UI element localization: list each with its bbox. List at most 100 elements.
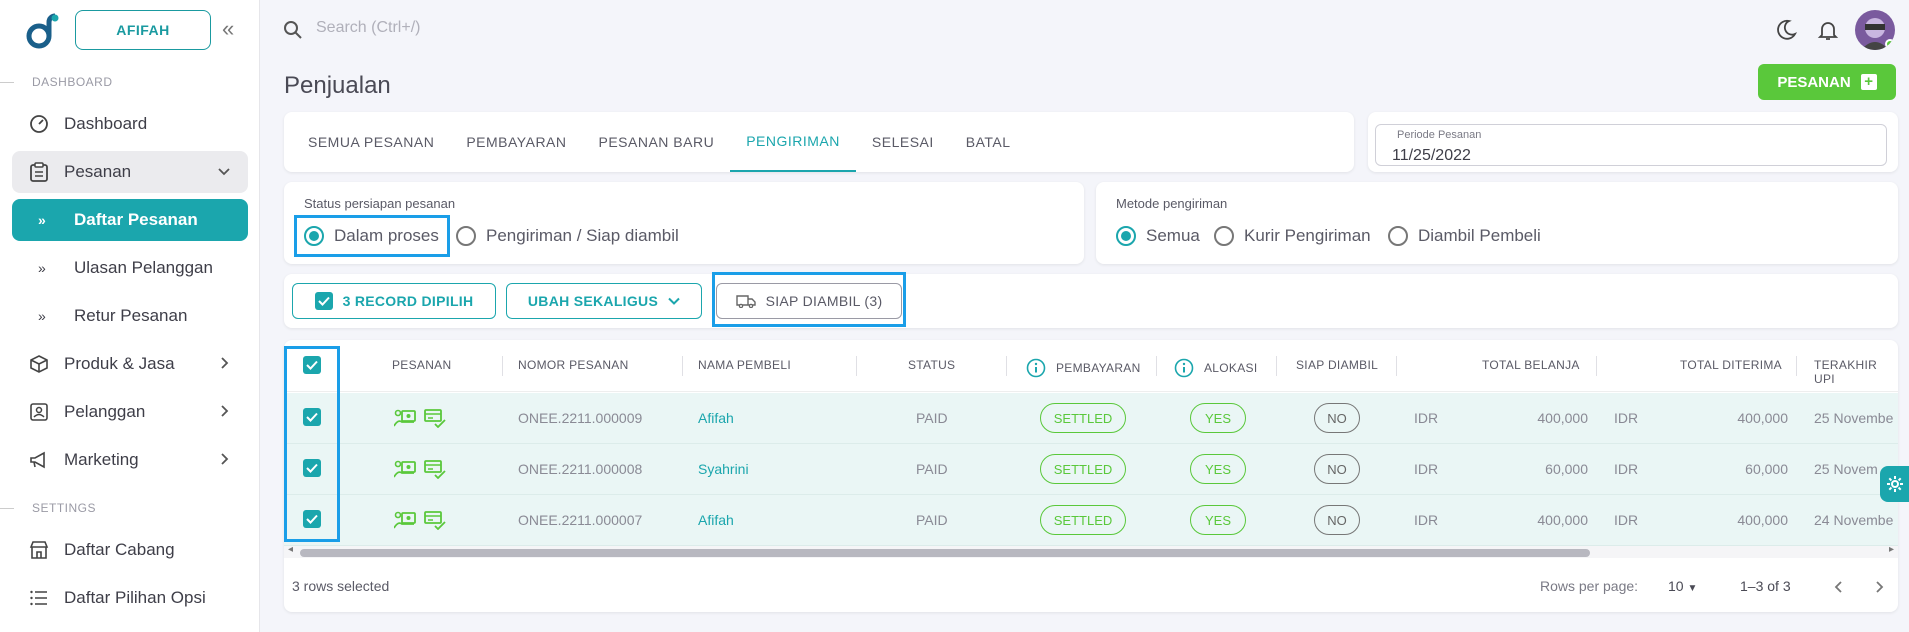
sidebar-item-retur-label: Retur Pesanan <box>74 306 188 325</box>
buyer-name-link[interactable]: Afifah <box>698 410 734 426</box>
section-dashboard: DASHBOARD <box>0 75 113 89</box>
tab-pembayaran[interactable]: PEMBAYARAN <box>450 112 582 172</box>
rows-per-page-select[interactable]: 10 ▼ <box>1668 578 1697 594</box>
column-divider <box>1796 356 1797 376</box>
allocation-badge: YES <box>1190 454 1246 484</box>
cash-icon[interactable] <box>394 459 416 479</box>
table-row[interactable]: ONEE.2211.000007 Afifah PAID SETTLED YES… <box>284 495 1898 546</box>
header-total-diterima[interactable]: TOTAL DITERIMA <box>1680 358 1782 372</box>
currency-label: IDR <box>1614 461 1639 477</box>
radio-unchecked-icon <box>1388 226 1408 246</box>
double-chevron-icon: » <box>38 212 46 228</box>
header-nama-pembeli[interactable]: NAMA PEMBELI <box>698 358 791 372</box>
radio-pengiriman-siap[interactable]: Pengiriman / Siap diambil <box>456 226 679 246</box>
invoice-check-icon[interactable] <box>424 459 446 479</box>
invoice-check-icon[interactable] <box>424 510 446 530</box>
sidebar-item-marketing[interactable]: Marketing <box>12 439 248 481</box>
section-dashboard-label: DASHBOARD <box>32 75 113 89</box>
collapse-sidebar-icon[interactable]: « <box>222 18 242 42</box>
radio-semua[interactable]: Semua <box>1116 226 1200 246</box>
bell-icon[interactable] <box>1816 18 1840 42</box>
dropdown-arrow-icon: ▼ <box>1687 583 1698 594</box>
selected-records-label: 3 RECORD DIPILIH <box>342 293 474 309</box>
sidebar-item-pesanan-label: Pesanan <box>64 162 132 181</box>
cash-icon[interactable] <box>394 510 416 530</box>
info-icon[interactable] <box>1174 358 1194 378</box>
header-pesanan[interactable]: PESANAN <box>392 358 451 372</box>
header-alokasi[interactable]: ALOKASI <box>1174 358 1257 378</box>
scrollbar-thumb[interactable] <box>300 549 1590 557</box>
column-divider <box>856 356 857 376</box>
buyer-name-link[interactable]: Afifah <box>698 512 734 528</box>
radio-unchecked-icon <box>456 226 476 246</box>
info-icon[interactable] <box>1026 358 1046 378</box>
highlight-dalam-proses <box>294 215 450 257</box>
radio-diambil-pembeli[interactable]: Diambil Pembeli <box>1388 226 1541 246</box>
cash-icon[interactable] <box>394 408 416 428</box>
sidebar-item-daftar-pesanan-label: Daftar Pesanan <box>74 210 198 229</box>
column-divider <box>682 356 683 376</box>
sidebar-item-pelanggan[interactable]: Pelanggan <box>12 391 248 433</box>
radio-kurir-pengiriman[interactable]: Kurir Pengiriman <box>1214 226 1371 246</box>
sidebar-item-pesanan[interactable]: Pesanan <box>12 151 248 193</box>
org-button[interactable]: AFIFAH <box>75 10 211 50</box>
tab-pesanan-baru[interactable]: PESANAN BARU <box>583 112 731 172</box>
payment-status-badge: SETTLED <box>1040 403 1126 433</box>
header-nomor-pesanan[interactable]: NOMOR PESANAN <box>518 358 629 372</box>
highlight-row-checkboxes <box>284 346 340 542</box>
invoice-check-icon[interactable] <box>424 408 446 428</box>
scroll-left-icon[interactable]: ◂ <box>288 544 293 555</box>
avatar[interactable] <box>1855 10 1895 50</box>
app-logo[interactable] <box>22 12 62 52</box>
tab-semua-pesanan[interactable]: SEMUA PESANAN <box>292 112 450 172</box>
sidebar-item-retur-pesanan[interactable]: » Retur Pesanan <box>12 295 248 337</box>
search-input[interactable]: Search (Ctrl+/) <box>316 19 420 37</box>
header-pembayaran[interactable]: PEMBAYARAN <box>1026 358 1141 378</box>
buyer-name-link[interactable]: Syahrini <box>698 461 749 477</box>
last-updated: 25 Novembe <box>1814 410 1894 426</box>
cube-icon <box>28 353 50 375</box>
allocation-badge: YES <box>1190 505 1246 535</box>
sidebar-item-daftar-cabang[interactable]: Daftar Cabang <box>12 529 248 571</box>
search-icon[interactable] <box>283 20 303 40</box>
orders-table: PESANAN NOMOR PESANAN NAMA PEMBELI STATU… <box>284 340 1898 612</box>
sidebar-item-dashboard[interactable]: Dashboard <box>12 103 248 145</box>
sidebar-item-ulasan-pelanggan[interactable]: » Ulasan Pelanggan <box>12 247 248 289</box>
prev-page-icon[interactable] <box>1832 580 1846 594</box>
periode-date-field[interactable]: Periode Pesanan 11/25/2022 <box>1375 124 1887 166</box>
new-order-button[interactable]: PESANAN + <box>1758 64 1896 100</box>
section-settings: SETTINGS <box>0 501 96 515</box>
status-text: PAID <box>916 410 948 426</box>
metode-filter-label: Metode pengiriman <box>1116 196 1228 211</box>
sidebar-item-produk-jasa[interactable]: Produk & Jasa <box>12 343 248 385</box>
radio-unchecked-icon <box>1214 226 1234 246</box>
last-updated: 24 Novembe <box>1814 512 1894 528</box>
sidebar-item-daftar-pilihan-opsi[interactable]: Daftar Pilihan Opsi <box>12 577 248 619</box>
horizontal-scrollbar[interactable]: ◂ ▸ <box>284 544 1898 558</box>
header-siap-diambil[interactable]: SIAP DIAMBIL <box>1296 358 1378 372</box>
tab-pengiriman[interactable]: PENGIRIMAN <box>730 112 856 172</box>
sidebar-item-cabang-label: Daftar Cabang <box>64 540 175 559</box>
table-row[interactable]: ONEE.2211.000008 Syahrini PAID SETTLED Y… <box>284 444 1898 495</box>
tab-selesai[interactable]: SELESAI <box>856 112 950 172</box>
double-chevron-icon: » <box>38 308 46 324</box>
sidebar-item-daftar-pesanan[interactable]: » Daftar Pesanan <box>12 199 248 241</box>
header-status[interactable]: STATUS <box>908 358 955 372</box>
status-text: PAID <box>916 512 948 528</box>
bulk-change-button[interactable]: UBAH SEKALIGUS <box>506 283 702 319</box>
periode-label: Periode Pesanan <box>1394 129 1485 141</box>
dark-mode-icon[interactable] <box>1774 18 1798 42</box>
total-belanja-value: 60,000 <box>1545 461 1588 477</box>
header-terakhir[interactable]: TERAKHIR UPI <box>1814 358 1898 386</box>
settings-gear-button[interactable] <box>1880 466 1909 502</box>
header-total-belanja[interactable]: TOTAL BELANJA <box>1482 358 1580 372</box>
order-number: ONEE.2211.000007 <box>518 512 643 528</box>
section-settings-label: SETTINGS <box>32 501 97 515</box>
table-header: PESANAN NOMOR PESANAN NAMA PEMBELI STATU… <box>284 340 1898 392</box>
selected-records-button[interactable]: 3 RECORD DIPILIH <box>292 283 496 319</box>
tab-batal[interactable]: BATAL <box>950 112 1027 172</box>
table-row[interactable]: ONEE.2211.000009 Afifah PAID SETTLED YES… <box>284 393 1898 444</box>
ready-pickup-badge: NO <box>1314 505 1360 535</box>
scroll-right-icon[interactable]: ▸ <box>1889 544 1894 555</box>
next-page-icon[interactable] <box>1872 580 1886 594</box>
